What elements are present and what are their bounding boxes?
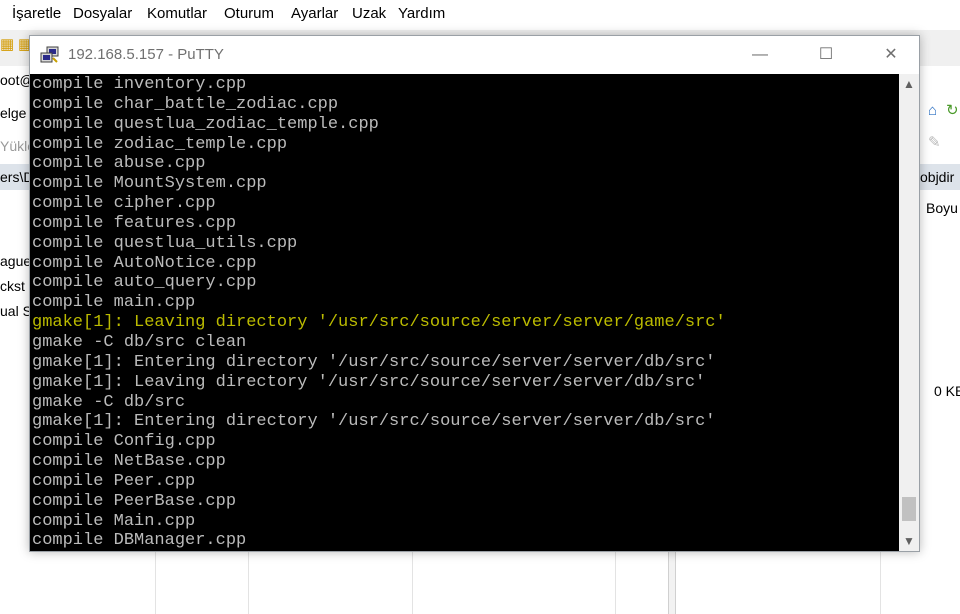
- menu-isaretle[interactable]: İşaretle: [12, 5, 61, 22]
- column-divider: [412, 552, 413, 614]
- background-right-panel: ⌂ ↻ ✎: [918, 66, 960, 614]
- terminal-line: gmake -C db/src clean: [32, 332, 247, 352]
- right-file-size: 0 KB: [934, 383, 960, 399]
- menu-komutlar[interactable]: Komutlar: [147, 5, 207, 22]
- terminal-line: compile main.cpp: [32, 293, 196, 313]
- window-title: 192.168.5.157 - PuTTY: [68, 46, 224, 63]
- terminal-line: compile NetBase.cpp: [32, 452, 226, 472]
- terminal-line: compile zodiac_temple.cpp: [32, 134, 288, 154]
- left-fragment-file-1[interactable]: ague: [0, 253, 30, 269]
- putty-titlebar[interactable]: 192.168.5.157 - PuTTY — ☐ ✕: [30, 36, 919, 74]
- edit-icon: ✎: [928, 134, 941, 151]
- column-divider: [248, 552, 249, 614]
- home-icon[interactable]: ⌂: [928, 102, 937, 120]
- terminal-line: compile Peer.cpp: [32, 471, 196, 491]
- terminal-line: gmake[1]: Leaving directory '/usr/src/so…: [32, 313, 726, 333]
- menu-oturum[interactable]: Oturum: [224, 5, 274, 22]
- column-divider: [880, 552, 881, 614]
- terminal-line: compile Main.cpp: [32, 511, 196, 531]
- scroll-thumb[interactable]: [902, 497, 916, 521]
- terminal-line: compile AutoNotice.cpp: [32, 253, 257, 273]
- terminal-line: gmake[1]: Entering directory '/usr/src/s…: [32, 412, 716, 432]
- terminal-line: gmake[1]: Leaving directory '/usr/src/so…: [32, 372, 706, 392]
- menu-ayarlar[interactable]: Ayarlar: [291, 5, 338, 22]
- terminal-line: compile char_battle_zodiac.cpp: [32, 94, 339, 114]
- column-divider: [155, 552, 156, 614]
- terminal-line: gmake -C db/src: [32, 392, 186, 412]
- right-column-size-header[interactable]: Boyu: [926, 200, 960, 216]
- minimize-button[interactable]: —: [737, 36, 783, 74]
- terminal-line: compile cipher.cpp: [32, 194, 216, 214]
- terminal-line: compile questlua_utils.cpp: [32, 233, 298, 253]
- terminal-line: compile questlua_zodiac_temple.cpp: [32, 114, 379, 134]
- left-fragment-path: ers\D: [0, 169, 30, 185]
- refresh-icon[interactable]: ↻: [946, 102, 959, 120]
- left-fragment-session: oot@: [0, 72, 30, 88]
- background-file-list-bottom: [0, 552, 960, 614]
- putty-window[interactable]: 192.168.5.157 - PuTTY — ☐ ✕ compile inve…: [29, 35, 920, 552]
- left-fragment-upload: Yükle: [0, 138, 30, 154]
- terminal-line: compile DBManager.cpp: [32, 531, 247, 551]
- close-button[interactable]: ✕: [868, 36, 914, 74]
- column-divider: [615, 552, 616, 614]
- terminal-line: compile inventory.cpp: [32, 75, 247, 94]
- terminal-line: compile features.cpp: [32, 213, 237, 233]
- right-fragment-path: objdir: [920, 169, 955, 185]
- terminal-line: compile auto_query.cpp: [32, 273, 257, 293]
- left-fragment-file-2[interactable]: ckst: [0, 278, 30, 294]
- background-menubar: İşaretle Dosyalar Komutlar Oturum Ayarla…: [0, 0, 960, 30]
- terminal-output[interactable]: compile inventory.cpp compile char_battle…: [30, 74, 899, 551]
- menu-uzak[interactable]: Uzak: [352, 5, 386, 22]
- menu-yardim[interactable]: Yardım: [398, 5, 445, 22]
- scroll-down-arrow-icon[interactable]: ▼: [899, 531, 919, 551]
- terminal-lines: compile inventory.cpp compile char_battle…: [32, 75, 726, 551]
- terminal-line: compile PeerBase.cpp: [32, 491, 237, 511]
- terminal-line: gmake[1]: Entering directory '/usr/src/s…: [32, 352, 716, 372]
- terminal-scrollbar[interactable]: ▲ ▼: [899, 74, 919, 551]
- folder-icon[interactable]: ▦: [0, 36, 14, 54]
- maximize-button[interactable]: ☐: [803, 36, 849, 74]
- putty-app-icon[interactable]: [40, 46, 60, 64]
- left-fragment-docs: elge: [0, 105, 27, 121]
- menu-dosyalar[interactable]: Dosyalar: [73, 5, 132, 22]
- left-fragment-file-3[interactable]: ual S: [0, 303, 30, 319]
- scroll-up-arrow-icon[interactable]: ▲: [899, 74, 919, 94]
- terminal-line: compile Config.cpp: [32, 432, 216, 452]
- panel-splitter[interactable]: [668, 552, 676, 614]
- terminal-line: compile MountSystem.cpp: [32, 174, 267, 194]
- terminal-line: compile abuse.cpp: [32, 154, 206, 174]
